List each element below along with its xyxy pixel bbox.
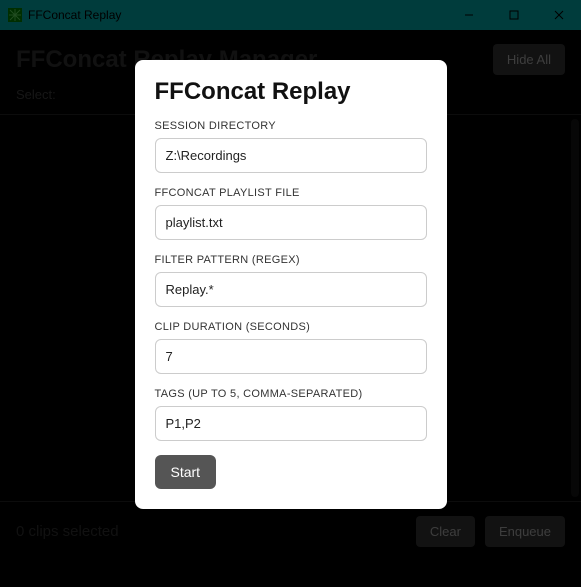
field-session-directory: SESSION DIRECTORY — [155, 120, 427, 173]
playlist-file-label: FFCONCAT PLAYLIST FILE — [155, 187, 427, 199]
tags-label: TAGS (UP TO 5, COMMA-SEPARATED) — [155, 388, 427, 400]
clip-duration-label: CLIP DURATION (SECONDS) — [155, 321, 427, 333]
start-button[interactable]: Start — [155, 455, 217, 489]
config-modal: FFConcat Replay SESSION DIRECTORY FFCONC… — [135, 60, 447, 509]
field-clip-duration: CLIP DURATION (SECONDS) — [155, 321, 427, 374]
playlist-file-input[interactable] — [155, 205, 427, 240]
modal-title: FFConcat Replay — [155, 78, 427, 106]
field-filter-pattern: FILTER PATTERN (REGEX) — [155, 254, 427, 307]
field-tags: TAGS (UP TO 5, COMMA-SEPARATED) — [155, 388, 427, 441]
filter-pattern-label: FILTER PATTERN (REGEX) — [155, 254, 427, 266]
filter-pattern-input[interactable] — [155, 272, 427, 307]
clip-duration-input[interactable] — [155, 339, 427, 374]
session-directory-label: SESSION DIRECTORY — [155, 120, 427, 132]
field-playlist-file: FFCONCAT PLAYLIST FILE — [155, 187, 427, 240]
session-directory-input[interactable] — [155, 138, 427, 173]
modal-overlay: FFConcat Replay SESSION DIRECTORY FFCONC… — [0, 0, 581, 587]
tags-input[interactable] — [155, 406, 427, 441]
